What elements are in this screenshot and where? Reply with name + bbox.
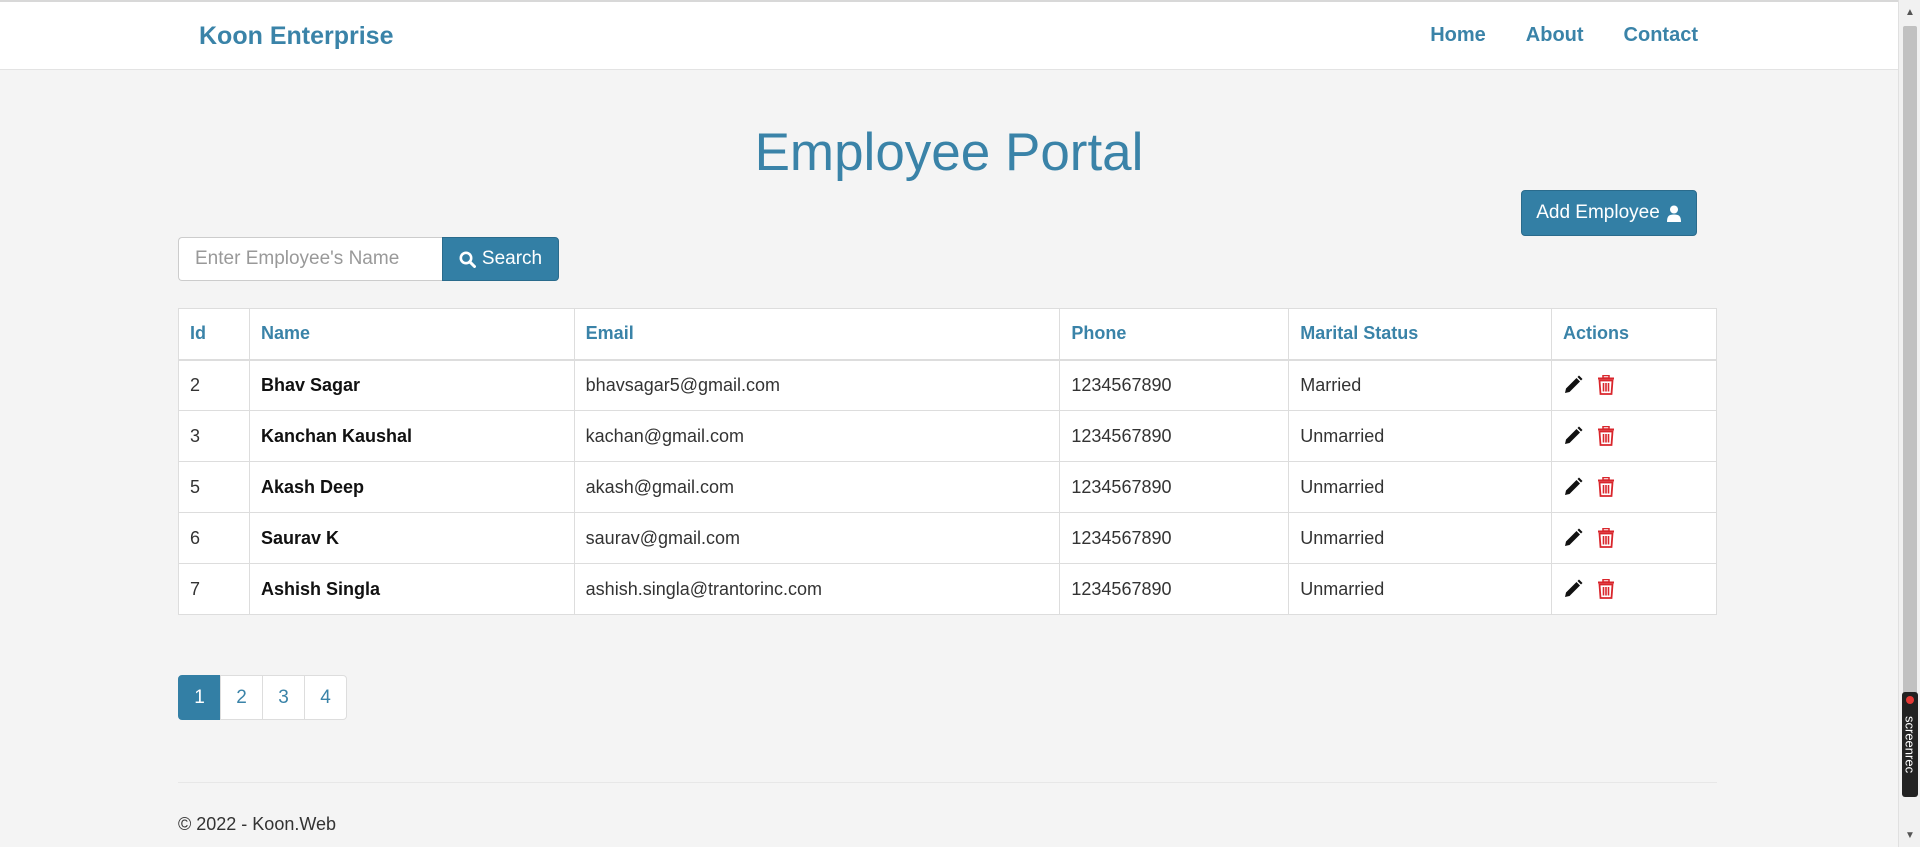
page-title: Employee Portal <box>754 123 1144 182</box>
nav-links: Home About Contact <box>1430 24 1698 47</box>
row-actions <box>1563 579 1705 599</box>
nav-home-link[interactable]: Home <box>1430 24 1486 47</box>
cell-phone: 1234567890 <box>1059 410 1290 462</box>
delete-button[interactable] <box>1597 477 1615 497</box>
cell-id: 5 <box>178 461 250 513</box>
edit-button[interactable] <box>1563 375 1583 395</box>
edit-button[interactable] <box>1563 477 1583 497</box>
cell-id: 6 <box>178 512 250 564</box>
cell-name: Kanchan Kaushal <box>248 410 575 462</box>
add-employee-button[interactable]: Add Employee <box>1521 190 1697 236</box>
cell-marital-status: Married <box>1288 359 1553 411</box>
column-header-marital-status: Marital Status <box>1288 308 1553 361</box>
cell-email: ashish.singla@trantorinc.com <box>573 563 1061 615</box>
cell-email: kachan@gmail.com <box>573 410 1061 462</box>
delete-button[interactable] <box>1597 426 1615 446</box>
table-row: 7 Ashish Singla ashish.singla@trantorinc… <box>178 563 1717 615</box>
table-body: 2 Bhav Sagar bhavsagar5@gmail.com 123456… <box>178 359 1717 615</box>
footer-copyright: © 2022 - Koon.Web <box>178 814 337 834</box>
cell-marital-status: Unmarried <box>1288 410 1553 462</box>
cell-id: 3 <box>178 410 250 462</box>
cell-phone: 1234567890 <box>1059 461 1290 513</box>
cell-email: akash@gmail.com <box>573 461 1061 513</box>
nav-about-link[interactable]: About <box>1526 24 1584 47</box>
cell-marital-status: Unmarried <box>1288 563 1553 615</box>
edit-button[interactable] <box>1563 579 1583 599</box>
cell-email: saurav@gmail.com <box>573 512 1061 564</box>
cell-actions <box>1551 512 1717 564</box>
screenrec-badge: screenrec <box>1902 692 1918 797</box>
table-row: 5 Akash Deep akash@gmail.com 1234567890 … <box>178 461 1717 513</box>
add-employee-label: Add Employee <box>1536 202 1660 223</box>
scrollbar-thumb[interactable] <box>1903 26 1917 796</box>
trash-icon <box>1598 375 1615 396</box>
table-row: 2 Bhav Sagar bhavsagar5@gmail.com 123456… <box>178 359 1717 411</box>
delete-button[interactable] <box>1597 579 1615 599</box>
page-link-3[interactable]: 3 <box>262 675 305 720</box>
search-button-label: Search <box>481 248 543 269</box>
cell-phone: 1234567890 <box>1059 563 1290 615</box>
column-header-phone: Phone <box>1059 308 1290 361</box>
cell-phone: 1234567890 <box>1059 512 1290 564</box>
column-header-id: Id <box>178 308 250 361</box>
scroll-down-arrow-icon[interactable]: ▼ <box>1899 825 1920 845</box>
row-actions <box>1563 528 1705 548</box>
user-icon <box>1666 205 1681 222</box>
table-row: 6 Saurav K saurav@gmail.com 1234567890 U… <box>178 512 1717 564</box>
pencil-icon <box>1565 477 1583 495</box>
cell-name: Ashish Singla <box>248 563 575 615</box>
trash-icon <box>1598 426 1615 446</box>
employee-table: Id Name Email Phone Marital Status Actio… <box>178 308 1717 615</box>
cell-name: Saurav K <box>248 512 575 564</box>
edit-button[interactable] <box>1563 426 1583 446</box>
column-header-name: Name <box>248 308 575 361</box>
header-row: Id Name Email Phone Marital Status Actio… <box>178 308 1717 361</box>
column-header-actions: Actions <box>1551 308 1717 361</box>
navbar: Koon Enterprise Home About Contact <box>0 2 1898 70</box>
pencil-icon <box>1565 375 1583 394</box>
nav-contact-link[interactable]: Contact <box>1624 24 1698 47</box>
pencil-icon <box>1565 426 1583 444</box>
cell-name: Bhav Sagar <box>248 359 575 411</box>
delete-button[interactable] <box>1597 528 1615 548</box>
cell-marital-status: Unmarried <box>1288 512 1553 564</box>
pencil-icon <box>1565 579 1583 597</box>
trash-icon <box>1598 528 1615 548</box>
page-link-4[interactable]: 4 <box>304 675 347 720</box>
cell-email: bhavsagar5@gmail.com <box>573 359 1061 411</box>
cell-name: Akash Deep <box>248 461 575 513</box>
search-input[interactable] <box>178 237 442 281</box>
screenrec-label: screenrec <box>1902 715 1918 774</box>
pagination: 1 2 3 4 <box>178 675 347 720</box>
pencil-icon <box>1565 528 1583 546</box>
page: Koon Enterprise Home About Contact Emplo… <box>0 0 1920 847</box>
delete-button[interactable] <box>1597 375 1615 396</box>
column-header-email: Email <box>573 308 1061 361</box>
main-content: Employee Portal Add Employee Search <box>0 70 1898 847</box>
page-link-2[interactable]: 2 <box>220 675 263 720</box>
trash-icon <box>1598 579 1615 599</box>
scroll-up-arrow-icon[interactable]: ▲ <box>1899 2 1920 22</box>
cell-actions <box>1551 359 1717 411</box>
record-dot-icon <box>1906 696 1914 704</box>
footer-divider <box>178 782 1717 783</box>
brand-link[interactable]: Koon Enterprise <box>199 22 393 51</box>
row-actions <box>1563 426 1705 446</box>
cell-id: 7 <box>178 563 250 615</box>
cell-actions <box>1551 563 1717 615</box>
table-header: Id Name Email Phone Marital Status Actio… <box>178 308 1717 361</box>
search-icon <box>459 251 476 268</box>
cell-actions <box>1551 410 1717 462</box>
search-button[interactable]: Search <box>442 237 559 281</box>
cell-id: 2 <box>178 359 250 411</box>
page-link-1[interactable]: 1 <box>178 675 221 720</box>
cell-marital-status: Unmarried <box>1288 461 1553 513</box>
row-actions <box>1563 477 1705 497</box>
cell-phone: 1234567890 <box>1059 359 1290 411</box>
row-actions <box>1563 375 1705 396</box>
trash-icon <box>1598 477 1615 497</box>
edit-button[interactable] <box>1563 528 1583 548</box>
cell-actions <box>1551 461 1717 513</box>
table-row: 3 Kanchan Kaushal kachan@gmail.com 12345… <box>178 410 1717 462</box>
